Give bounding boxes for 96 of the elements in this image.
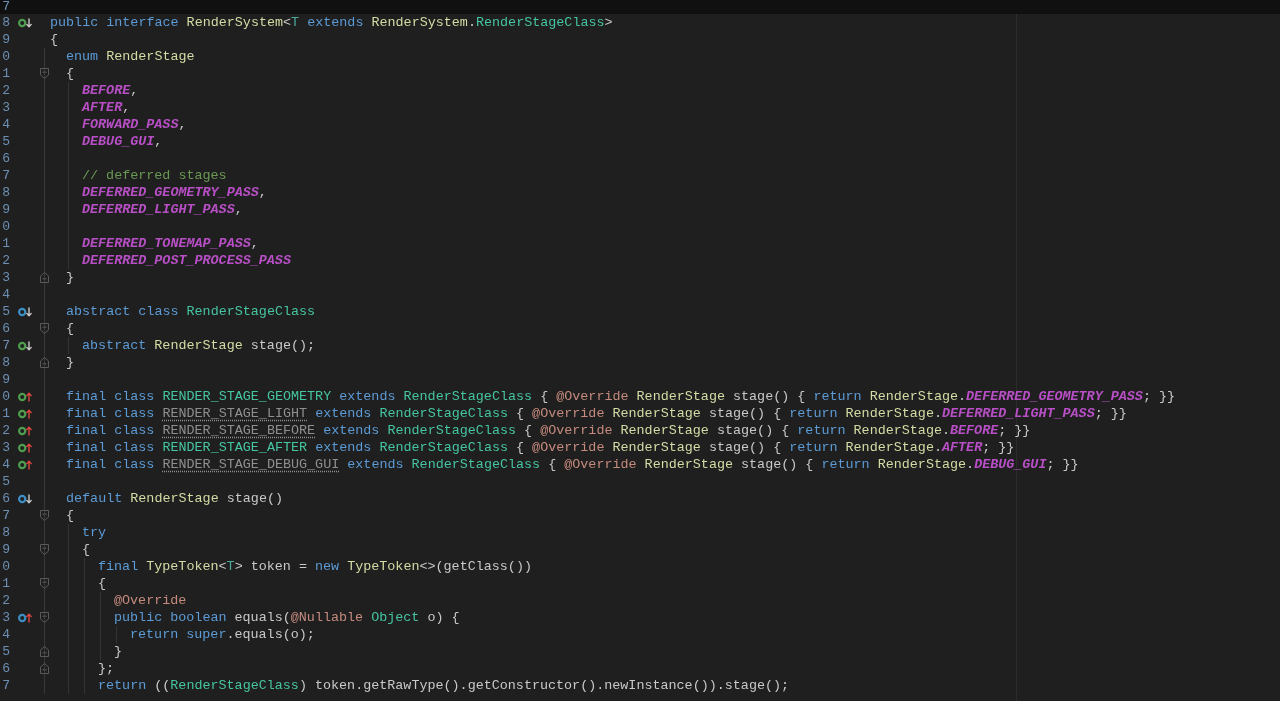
line-number: 6 xyxy=(2,661,10,676)
code-line: }; xyxy=(98,661,115,676)
circle-down-arrow-icon[interactable] xyxy=(18,17,32,28)
line-number: 2 xyxy=(2,253,10,268)
code-line: final class RENDER_STAGE_BEFORE extends RenderStageClass { @Override RenderStage stage() { return RenderStage.BEFORE; }} xyxy=(66,423,1031,438)
fold-start-icon[interactable] xyxy=(40,612,49,623)
circle-down-arrow-icon[interactable] xyxy=(18,340,32,351)
line-number: 5 xyxy=(2,134,10,149)
code-line: { xyxy=(82,542,91,557)
code-line: { xyxy=(66,508,75,523)
circle-down-arrow-icon[interactable] xyxy=(18,306,32,317)
code-line: { xyxy=(50,32,59,47)
line-number: 3 xyxy=(2,100,10,115)
fold-end-icon[interactable] xyxy=(40,272,49,283)
fold-start-icon[interactable] xyxy=(40,510,49,521)
circle-up-arrow-icon[interactable] xyxy=(18,442,32,453)
line-number: 9 xyxy=(2,202,10,217)
code-line: public boolean equals(@Nullable Object o) { xyxy=(114,610,460,625)
code-line: abstract class RenderStageClass xyxy=(66,304,316,319)
line-number: 1 xyxy=(2,406,10,421)
line-number: 4 xyxy=(2,287,10,302)
line-number: 9 xyxy=(2,372,10,387)
circle-up-arrow-icon[interactable] xyxy=(18,459,32,470)
line-number: 5 xyxy=(2,304,10,319)
circle-down-arrow-icon[interactable] xyxy=(18,493,32,504)
line-number: 5 xyxy=(2,644,10,659)
code-line: } xyxy=(66,355,75,370)
line-number: 2 xyxy=(2,83,10,98)
code-line: try xyxy=(82,525,107,540)
fold-start-icon[interactable] xyxy=(40,544,49,555)
line-number: 6 xyxy=(2,151,10,166)
line-number: 8 xyxy=(2,185,10,200)
line-number: 1 xyxy=(2,236,10,251)
code-line: abstract RenderStage stage(); xyxy=(82,338,316,353)
fold-end-icon[interactable] xyxy=(40,357,49,368)
code-line: // deferred stages xyxy=(82,168,227,183)
circle-up-arrow-icon[interactable] xyxy=(18,408,32,419)
fold-end-icon[interactable] xyxy=(40,663,49,674)
line-number: 2 xyxy=(2,423,10,438)
line-number: 3 xyxy=(2,440,10,455)
fold-start-icon[interactable] xyxy=(40,68,49,79)
circle-up-arrow-icon[interactable] xyxy=(18,425,32,436)
line-number: 3 xyxy=(2,610,10,625)
line-number: 9 xyxy=(2,542,10,557)
code-line: { xyxy=(66,321,75,336)
code-line: DEFERRED_LIGHT_PASS, xyxy=(82,202,243,217)
line-number: 6 xyxy=(2,321,10,336)
line-number: 8 xyxy=(2,15,10,30)
code-line: BEFORE, xyxy=(82,83,139,98)
line-number: 0 xyxy=(2,389,10,404)
code-line: @Override xyxy=(114,593,187,608)
code-line: final class RENDER_STAGE_GEOMETRY extends RenderStageClass { @Override RenderStage stage() { return RenderStage.DEFERRED_GEOMETRY_PASS; }} xyxy=(66,389,1176,404)
line-number: 0 xyxy=(2,49,10,64)
code-line: } xyxy=(66,270,75,285)
code-line: DEFERRED_GEOMETRY_PASS, xyxy=(82,185,267,200)
line-number: 0 xyxy=(2,219,10,234)
code-line: DEFERRED_TONEMAP_PASS, xyxy=(82,236,259,251)
fold-start-icon[interactable] xyxy=(40,578,49,589)
line-number: 4 xyxy=(2,457,10,472)
code-line: return ((RenderStageClass) token.getRawType().getConstructor().newInstance()).stage(); xyxy=(98,678,790,693)
circle-up-arrow-icon[interactable] xyxy=(18,612,32,623)
line-number: 5 xyxy=(2,474,10,489)
line-number: 7 xyxy=(2,508,10,523)
line-number: 0 xyxy=(2,559,10,574)
line-number: 6 xyxy=(2,491,10,506)
code-line: final TypeToken<T> token = new TypeToken<>(getClass()) xyxy=(98,559,532,574)
code-line: public interface RenderSystem<T extends RenderSystem.RenderStageClass> xyxy=(50,15,613,30)
line-number: 9 xyxy=(2,32,10,47)
line-number: 7 xyxy=(2,678,10,693)
code-line: { xyxy=(66,66,75,81)
code-line: FORWARD_PASS, xyxy=(82,117,187,132)
code-line: DEFERRED_POST_PROCESS_PASS xyxy=(82,253,291,268)
fold-start-icon[interactable] xyxy=(40,323,49,334)
line-number: 8 xyxy=(2,355,10,370)
code-line: enum RenderStage xyxy=(66,49,195,64)
code-line: final class RENDER_STAGE_DEBUG_GUI extends RenderStageClass { @Override RenderStage stage() { return RenderStage.DEBUG_GUI; }} xyxy=(66,457,1079,472)
circle-up-arrow-icon[interactable] xyxy=(18,391,32,402)
line-number: 8 xyxy=(2,525,10,540)
code-line: final class RENDER_STAGE_LIGHT extends RenderStageClass { @Override RenderStage stage() { return RenderStage.DEFERRED_LIGHT_PASS; }} xyxy=(66,406,1127,421)
code-line: return super.equals(o); xyxy=(130,627,315,642)
line-number: 4 xyxy=(2,627,10,642)
line-number: 4 xyxy=(2,117,10,132)
code-line: DEBUG_GUI, xyxy=(82,134,163,149)
line-number: 7 xyxy=(2,338,10,353)
code-line: default RenderStage stage() xyxy=(66,491,283,506)
code-line: AFTER, xyxy=(82,100,131,115)
line-number: 7 xyxy=(2,168,10,183)
code-line: final class RENDER_STAGE_AFTER extends RenderStageClass { @Override RenderStage stage() { return RenderStage.AFTER; }} xyxy=(66,440,1015,455)
line-number: 7 xyxy=(2,0,10,14)
code-line: } xyxy=(114,644,123,659)
line-number: 1 xyxy=(2,576,10,591)
code-line: { xyxy=(98,576,107,591)
line-number: 3 xyxy=(2,270,10,285)
fold-end-icon[interactable] xyxy=(40,646,49,657)
line-number: 2 xyxy=(2,593,10,608)
line-number: 1 xyxy=(2,66,10,81)
